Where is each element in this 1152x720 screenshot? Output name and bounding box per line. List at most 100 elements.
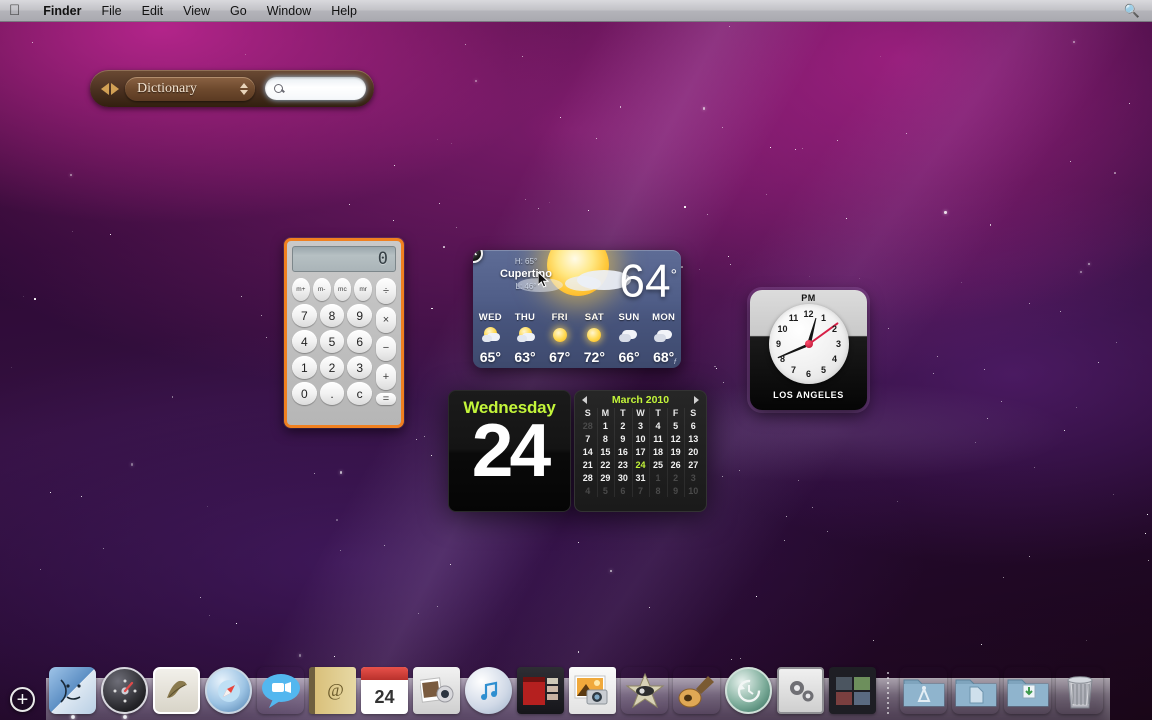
dock-item-safari[interactable]: [205, 667, 252, 714]
dock-item-photo-booth[interactable]: [517, 667, 564, 714]
dictionary-search-field[interactable]: [265, 77, 366, 100]
calendar-widget[interactable]: Wednesday 24 March 2010 S M T W T F S 28 1 2 3 4 5 6 7…: [448, 390, 707, 512]
dock-item-dashboard[interactable]: [101, 667, 148, 719]
calendar-day-cell[interactable]: 2: [667, 471, 685, 484]
calculator-key-decimal[interactable]: .: [319, 382, 345, 405]
calculator-widget[interactable]: 0 m+ m- mc mr 7 8 9 4 5 6 1 2 3 0 . c ÷ …: [284, 238, 404, 428]
calculator-key-8[interactable]: 8: [319, 304, 345, 327]
dock-item-applications-folder[interactable]: [900, 667, 947, 714]
calendar-day-cell[interactable]: 1: [649, 471, 667, 484]
calendar-day-cell[interactable]: 28: [579, 419, 597, 432]
calendar-day-cell[interactable]: 31: [632, 471, 650, 484]
calendar-day-cell[interactable]: 25: [649, 458, 667, 471]
calendar-day-cell[interactable]: 5: [667, 419, 685, 432]
menu-item-view[interactable]: View: [173, 0, 220, 22]
menu-item-help[interactable]: Help: [321, 0, 367, 22]
calendar-day-cell[interactable]: 27: [684, 458, 702, 471]
prev-month-icon[interactable]: [582, 396, 587, 404]
dock-item-documents-folder[interactable]: [952, 667, 999, 714]
dock-item-mail[interactable]: [153, 667, 200, 714]
dock-item-time-machine[interactable]: [725, 667, 772, 714]
calendar-day-cell[interactable]: 2: [614, 419, 632, 432]
dock-item-iphoto[interactable]: [413, 667, 460, 714]
weather-unit-label[interactable]: f: [674, 359, 676, 366]
calculator-key-add[interactable]: +: [376, 364, 396, 390]
calendar-day-cell[interactable]: 18: [649, 445, 667, 458]
calendar-day-cell[interactable]: 11: [649, 432, 667, 445]
calendar-day-cell[interactable]: 14: [579, 445, 597, 458]
calendar-day-cell[interactable]: 10: [684, 484, 702, 497]
dock-item-finder[interactable]: [49, 667, 96, 719]
calendar-day-cell[interactable]: 23: [614, 458, 632, 471]
calendar-day-cell[interactable]: 5: [597, 484, 615, 497]
calculator-key-9[interactable]: 9: [347, 304, 372, 327]
calendar-day-today[interactable]: 24: [632, 458, 650, 471]
calendar-day-cell[interactable]: 13: [684, 432, 702, 445]
calendar-day-cell[interactable]: 4: [579, 484, 597, 497]
calendar-day-cell[interactable]: 17: [632, 445, 650, 458]
calculator-key-5[interactable]: 5: [319, 330, 345, 353]
calendar-day-cell[interactable]: 7: [632, 484, 650, 497]
calculator-key-memory-recall[interactable]: mr: [354, 278, 372, 301]
dictionary-source-select[interactable]: Dictionary: [125, 76, 255, 101]
calendar-day-cell[interactable]: 3: [684, 471, 702, 484]
calendar-day-cell[interactable]: 7: [579, 432, 597, 445]
dock-item-ical[interactable]: 24: [361, 667, 408, 714]
menu-item-window[interactable]: Window: [257, 0, 321, 22]
menu-item-file[interactable]: File: [91, 0, 131, 22]
dock-item-address-book[interactable]: @: [309, 667, 356, 714]
calendar-day-cell[interactable]: 10: [632, 432, 650, 445]
dock-item-spaces[interactable]: [829, 667, 876, 714]
calculator-key-6[interactable]: 6: [347, 330, 372, 353]
dictionary-widget[interactable]: Dictionary: [90, 70, 374, 107]
calendar-day-cell[interactable]: 9: [667, 484, 685, 497]
calendar-day-cell[interactable]: 16: [614, 445, 632, 458]
calendar-day-cell[interactable]: 8: [649, 484, 667, 497]
calendar-day-cell[interactable]: 12: [667, 432, 685, 445]
calendar-day-cell[interactable]: 29: [597, 471, 615, 484]
calendar-day-cell[interactable]: 22: [597, 458, 615, 471]
calendar-day-cell[interactable]: 19: [667, 445, 685, 458]
calendar-day-cell[interactable]: 1: [597, 419, 615, 432]
back-arrow-icon[interactable]: [101, 82, 109, 95]
dock-item-ichat[interactable]: [257, 667, 304, 714]
calculator-key-divide[interactable]: ÷: [376, 278, 396, 304]
calendar-day-cell[interactable]: 30: [614, 471, 632, 484]
calendar-day-cell[interactable]: 15: [597, 445, 615, 458]
menu-item-edit[interactable]: Edit: [132, 0, 174, 22]
dock-item-imovie[interactable]: [621, 667, 668, 714]
next-month-icon[interactable]: [693, 396, 699, 404]
calendar-today-panel[interactable]: Wednesday 24: [448, 390, 571, 512]
dock-item-preview[interactable]: [569, 667, 616, 714]
calculator-key-0[interactable]: 0: [292, 382, 317, 405]
calendar-day-cell[interactable]: 8: [597, 432, 615, 445]
calculator-key-memory-sub[interactable]: m-: [312, 278, 331, 301]
apple-menu-icon[interactable]: : [9, 3, 20, 18]
spotlight-search-icon[interactable]: 🔍: [1124, 3, 1152, 19]
dock-item-garageband[interactable]: [673, 667, 720, 714]
calculator-key-2[interactable]: 2: [319, 356, 345, 379]
calendar-day-cell[interactable]: 20: [684, 445, 702, 458]
calculator-key-3[interactable]: 3: [347, 356, 372, 379]
calculator-key-multiply[interactable]: ×: [376, 306, 396, 333]
menu-item-finder[interactable]: Finder: [33, 0, 91, 22]
calculator-key-subtract[interactable]: −: [376, 335, 396, 362]
dictionary-search-input[interactable]: [289, 82, 357, 95]
calendar-day-cell[interactable]: 9: [614, 432, 632, 445]
calendar-day-cell[interactable]: 6: [684, 419, 702, 432]
calculator-key-equals[interactable]: =: [376, 393, 396, 405]
calculator-key-memory-add[interactable]: m+: [292, 278, 310, 301]
calculator-key-memory-clear[interactable]: mc: [333, 278, 352, 301]
calculator-key-4[interactable]: 4: [292, 330, 317, 353]
calculator-key-clear[interactable]: c: [347, 382, 372, 405]
calculator-key-1[interactable]: 1: [292, 356, 317, 379]
calendar-day-cell[interactable]: 26: [667, 458, 685, 471]
clock-widget[interactable]: PM 12 1 2 3 4 5 6 7 8 9 10 11 LOS ANGELES: [750, 290, 867, 410]
menu-item-go[interactable]: Go: [220, 0, 257, 22]
forward-arrow-icon[interactable]: [111, 82, 119, 95]
calculator-key-7[interactable]: 7: [292, 304, 317, 327]
calendar-month-panel[interactable]: March 2010 S M T W T F S 28 1 2 3 4 5 6 7 8 9 10 11 12 13 14 1…: [574, 390, 707, 512]
calendar-day-cell[interactable]: 3: [632, 419, 650, 432]
dock-item-downloads-folder[interactable]: [1004, 667, 1051, 714]
chevron-stepper-icon[interactable]: [240, 82, 248, 95]
